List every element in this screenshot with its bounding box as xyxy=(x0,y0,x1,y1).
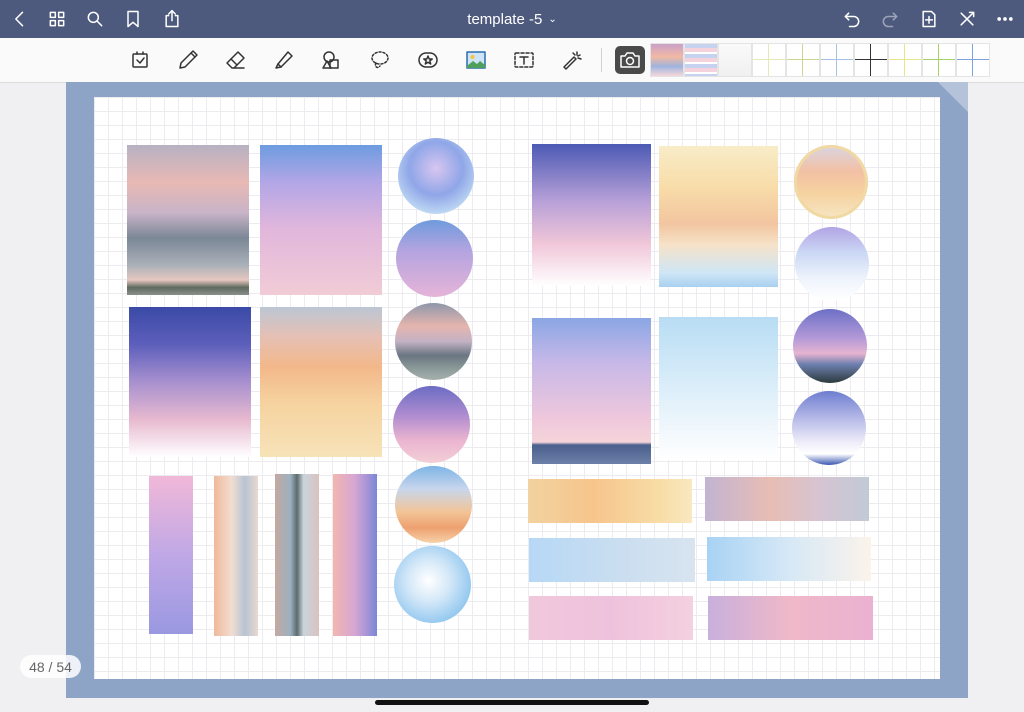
document-title[interactable]: template -5 ⌄ xyxy=(0,0,1024,38)
laser-pointer-icon[interactable] xyxy=(557,46,587,74)
thumbnail-sticker-1[interactable] xyxy=(650,43,684,77)
sticker-rect-pink-gradient[interactable] xyxy=(260,145,382,295)
thumbnail-sticker-8[interactable] xyxy=(888,43,922,77)
shapes-icon[interactable] xyxy=(317,46,347,74)
sticker-frame-violet[interactable] xyxy=(532,144,651,286)
sticker-circle-8[interactable] xyxy=(795,227,869,301)
sticker-frame-golden[interactable] xyxy=(659,146,778,287)
thumbnail-sticker-3[interactable] xyxy=(718,43,752,77)
sticker-circle-7[interactable] xyxy=(794,145,868,219)
sticker-strip-3[interactable] xyxy=(275,474,319,636)
chevron-down-icon: ⌄ xyxy=(548,13,557,25)
sticker-strip-4[interactable] xyxy=(333,474,377,636)
sticker-banner-1[interactable] xyxy=(528,479,692,523)
sticker-strip-2[interactable] xyxy=(214,476,258,636)
close-icon[interactable] xyxy=(955,7,979,31)
thumbnail-sticker-5[interactable] xyxy=(786,43,820,77)
thumbnail-sticker-6[interactable] xyxy=(820,43,854,77)
sticker-frame-pale-blue[interactable] xyxy=(659,317,778,460)
redo-icon[interactable] xyxy=(878,7,902,31)
sticker-frame-sea[interactable] xyxy=(532,318,651,464)
thumbnail-sticker-7[interactable] xyxy=(854,43,888,77)
more-icon[interactable] xyxy=(993,7,1017,31)
sticker-banner-3[interactable] xyxy=(529,538,695,582)
page-indicator[interactable]: 48 / 54 xyxy=(20,655,81,678)
document-title-text: template -5 xyxy=(467,10,543,28)
thumbnail-sticker-10[interactable] xyxy=(956,43,990,77)
elements-icon[interactable] xyxy=(413,46,443,74)
text-icon[interactable] xyxy=(509,46,539,74)
sticker-icon[interactable] xyxy=(125,46,155,74)
home-indicator[interactable] xyxy=(375,700,649,705)
top-bar: template -5 ⌄ xyxy=(0,0,1024,38)
sticker-banner-4[interactable] xyxy=(707,537,871,581)
sticker-circle-6[interactable] xyxy=(394,546,471,623)
lasso-icon[interactable] xyxy=(365,46,395,74)
sticker-circle-5[interactable] xyxy=(395,466,472,543)
camera-icon[interactable] xyxy=(615,46,645,74)
sticker-rect-golden-clouds[interactable] xyxy=(260,307,382,457)
sticker-circle-10[interactable] xyxy=(792,391,866,465)
sticker-banner-6[interactable] xyxy=(708,596,873,640)
pen-icon[interactable] xyxy=(173,46,203,74)
sticker-circle-1[interactable] xyxy=(398,138,474,214)
thumbnail-sticker-9[interactable] xyxy=(922,43,956,77)
toolbar-divider xyxy=(601,48,602,72)
page-corner-fold xyxy=(938,82,968,112)
thumbnail-sticker-2[interactable] xyxy=(684,43,718,77)
undo-icon[interactable] xyxy=(840,7,864,31)
sticker-rect-evening-shore[interactable] xyxy=(127,145,249,295)
eraser-icon[interactable] xyxy=(221,46,251,74)
sticker-strip-1[interactable] xyxy=(149,476,193,634)
sticker-circle-9[interactable] xyxy=(793,309,867,383)
add-page-icon[interactable] xyxy=(917,7,941,31)
thumbnail-sticker-4[interactable] xyxy=(752,43,786,77)
sticker-banner-2[interactable] xyxy=(705,477,869,521)
sticker-circle-3[interactable] xyxy=(395,303,472,380)
highlighter-icon[interactable] xyxy=(269,46,299,74)
sticker-circle-4[interactable] xyxy=(393,386,470,463)
image-icon[interactable] xyxy=(461,46,491,74)
sticker-rect-starry-sky[interactable] xyxy=(129,307,251,457)
sticker-circle-2[interactable] xyxy=(396,220,473,297)
sticker-banner-5[interactable] xyxy=(529,596,693,640)
